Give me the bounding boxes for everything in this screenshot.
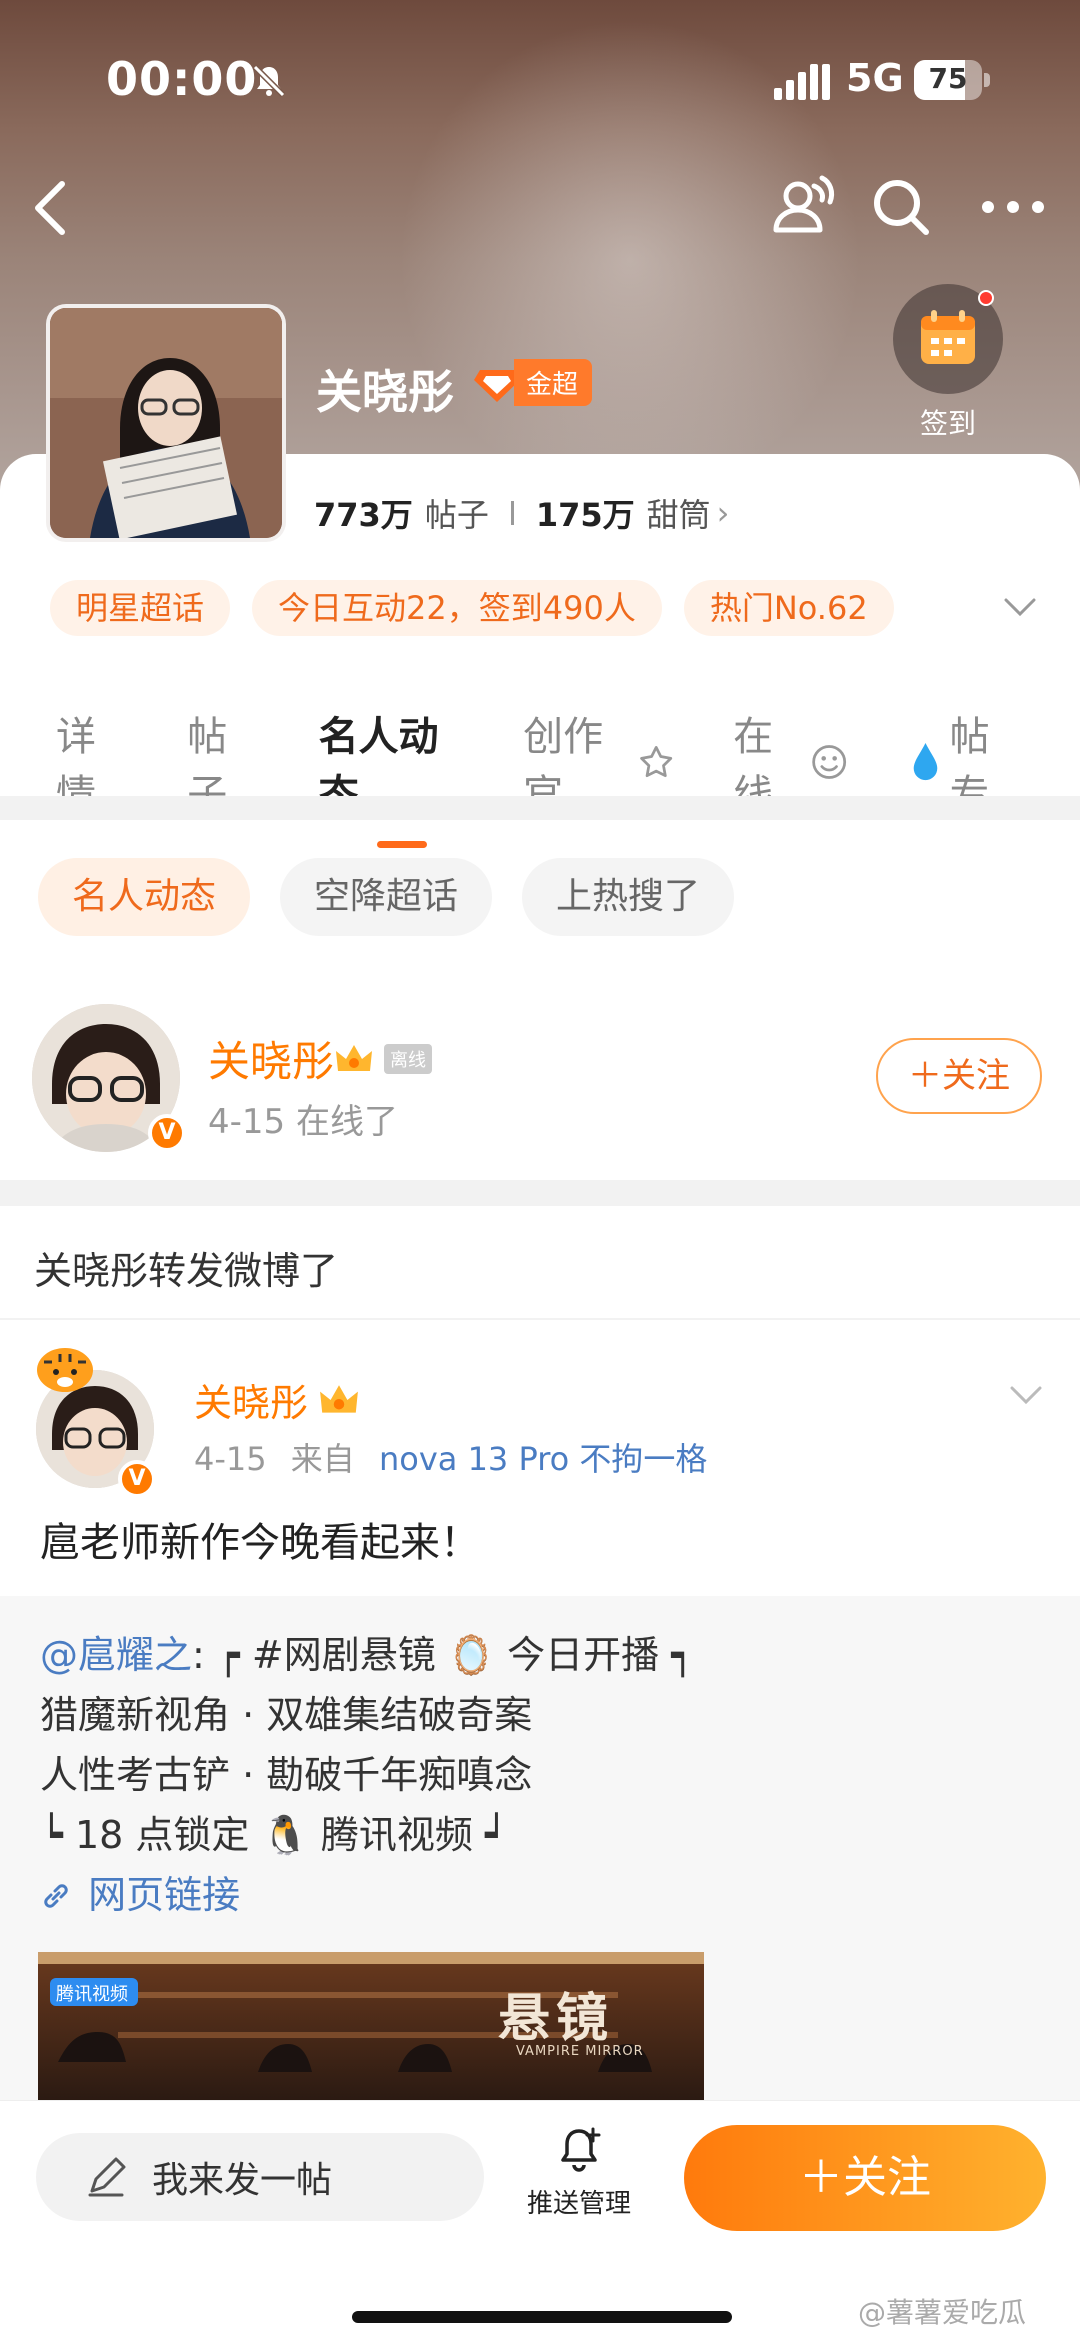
user-name: 关晓彤 (208, 1037, 335, 1086)
stats-divider (510, 501, 514, 525)
tag-today-activity[interactable]: 今日互动22，签到490人 (252, 580, 662, 636)
web-link[interactable]: 网页链接 (40, 1864, 240, 1919)
crown-icon (336, 1044, 373, 1071)
fans-unit[interactable]: 甜筒 (647, 490, 711, 536)
notification-dot (978, 290, 994, 306)
quote-line-4: ┕ 18 点锁定 🐧 腾讯视频 ┙ (40, 1813, 508, 1857)
quote-line-1-text: : ┍ #网剧悬镜 🪞 今日开播 ┑ (192, 1633, 695, 1677)
water-drop-icon (913, 742, 937, 781)
signal-icon (774, 64, 830, 100)
gold-super-label: 金超 (514, 358, 593, 406)
chevron-down-icon[interactable] (1008, 1382, 1044, 1410)
verified-badge-icon: V (148, 1114, 186, 1152)
back-arrow-icon[interactable] (28, 178, 78, 238)
chip-trending[interactable]: 上热搜了 (522, 858, 735, 936)
battery-icon: 75 (914, 60, 990, 100)
status-bar: 00:00 5G 75 (0, 52, 1080, 112)
post-device[interactable]: nova 13 Pro 不拘一格 (379, 1440, 707, 1478)
fans-count: 175万 (535, 496, 635, 534)
community-stats: 773万 帖子 175万 甜筒 › (314, 490, 729, 536)
section-divider (0, 796, 1080, 820)
pencil-icon (88, 2157, 126, 2197)
mention-link[interactable]: @扈耀之 (40, 1633, 192, 1677)
chevron-right-icon[interactable]: › (717, 494, 730, 532)
poster-subtitle: VAMPIRE MIRROR (516, 2044, 644, 2059)
post-author-name: 关晓彤 (194, 1381, 309, 1425)
group-chat-icon[interactable] (768, 170, 838, 240)
follow-community-button[interactable]: ＋关注 (684, 2125, 1046, 2231)
poster-logo: 腾讯视频 (56, 1984, 128, 2005)
divider (0, 1318, 1080, 1320)
tag-star[interactable]: 明星超话 (50, 580, 231, 636)
smiley-icon (812, 745, 847, 779)
more-icon[interactable] (978, 176, 1048, 238)
status-time: 00:00 (106, 52, 258, 106)
star-badge-icon (639, 746, 672, 778)
compose-label: 我来发一帖 (152, 2160, 333, 2201)
push-settings-label: 推送管理 (526, 2189, 631, 2219)
repost-note: 关晓彤转发微博了 (34, 1249, 339, 1293)
home-indicator[interactable] (352, 2311, 732, 2323)
post-meta: 4-15 来自 nova 13 Pro 不拘一格 (194, 1434, 707, 1480)
posts-count: 773万 (314, 496, 413, 534)
quote-line-2: 猎魔新视角 · 双雄集结破奇案 (40, 1693, 533, 1737)
compose-button[interactable]: 我来发一帖 (36, 2133, 484, 2221)
chip-airdrop[interactable]: 空降超话 (280, 858, 493, 936)
push-settings-button[interactable]: 推送管理 (514, 2125, 644, 2220)
post-author-row[interactable]: 关晓彤 (194, 1372, 360, 1427)
reposted-content[interactable]: @扈耀之: ┍ #网剧悬镜 🪞 今日开播 ┑ 猎魔新视角 · 双雄集结破奇案 人… (0, 1596, 1080, 2100)
search-icon[interactable] (870, 176, 932, 238)
quote-line-3: 人性考古铲 · 勘破千年痴嗔念 (40, 1753, 533, 1797)
tiger-pendant-icon (37, 1348, 93, 1392)
web-link-label: 网页链接 (88, 1873, 241, 1917)
section-divider (0, 1180, 1080, 1206)
network-type: 5G (846, 56, 904, 100)
follow-user-button[interactable]: ＋关注 (876, 1038, 1042, 1114)
post-date: 4-15 (194, 1440, 267, 1478)
watermark: @薯薯爱吃瓜 (858, 2296, 1027, 2329)
post-from-prefix: 来自 (290, 1440, 355, 1478)
filter-chips: 名人动态 空降超话 上热搜了 (38, 858, 735, 936)
battery-level: 75 (928, 62, 968, 95)
quote-line-1: @扈耀之: ┍ #网剧悬镜 🪞 今日开播 ┑ (40, 1624, 694, 1679)
offline-tag: 离线 (384, 1043, 433, 1074)
bottom-bar: 我来发一帖 推送管理 ＋关注 @薯薯爱吃瓜 (0, 2100, 1080, 2341)
poster-title: 悬镜 (498, 1989, 615, 2049)
chip-celebrity-news[interactable]: 名人动态 (38, 858, 251, 936)
signin-label: 签到 (919, 407, 976, 440)
posts-unit: 帖子 (424, 496, 489, 534)
bell-plus-icon (561, 2127, 601, 2172)
post-text: 扈老师新作今晚看起来！ (40, 1520, 480, 1566)
community-avatar[interactable] (46, 304, 286, 542)
chevron-down-icon[interactable] (1002, 592, 1038, 622)
gold-super-badge[interactable]: 金超 (472, 358, 593, 406)
poster-image[interactable]: 腾讯视频 悬镜 VAMPIRE MIRROR (38, 1952, 704, 2100)
celebrity-user-row[interactable]: V 关晓彤 离线 4-15 在线了 ＋关注 (0, 994, 1080, 1174)
community-tags: 明星超话 今日互动22，签到490人 热门No.62 (50, 580, 894, 636)
community-name: 关晓彤 (316, 365, 454, 419)
online-status: 4-15 在线了 (208, 1102, 398, 1142)
link-icon (44, 1884, 68, 1908)
tag-hot-rank[interactable]: 热门No.62 (683, 580, 894, 636)
user-name-row[interactable]: 关晓彤 离线 (208, 1028, 433, 1089)
crown-icon (320, 1384, 358, 1413)
verified-badge-icon: V (118, 1460, 156, 1498)
bell-mute-icon (252, 64, 286, 98)
